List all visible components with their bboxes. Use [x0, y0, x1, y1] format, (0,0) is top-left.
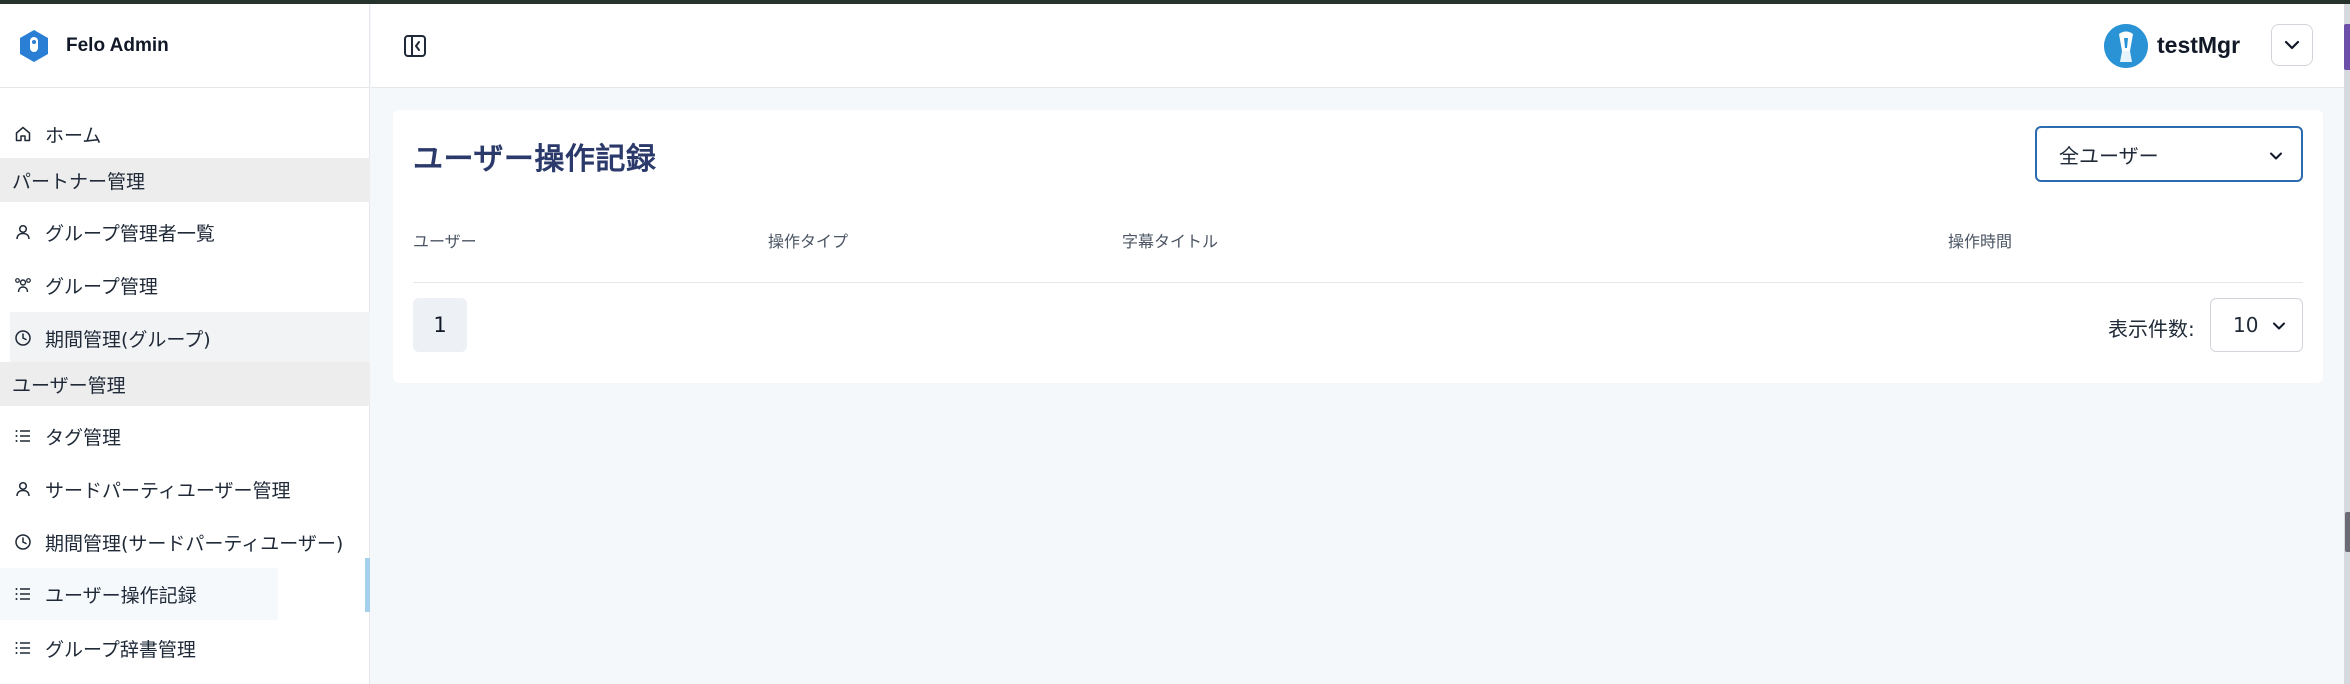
- chevron-down-icon: [2284, 40, 2300, 50]
- list-icon: [14, 585, 32, 603]
- sidebar-item-period-group[interactable]: 期間管理(グループ): [10, 312, 370, 364]
- page-title: ユーザー操作記録: [413, 142, 657, 177]
- per-page-label: 表示件数:: [2108, 317, 2195, 341]
- sidebar-collapse-icon[interactable]: [401, 32, 429, 60]
- list-icon: [14, 639, 32, 657]
- section-label: ユーザー管理: [12, 374, 126, 397]
- sidebar-item-period-third-party[interactable]: 期間管理(サードパーティユーザー): [0, 516, 343, 568]
- per-page-select[interactable]: 10: [2210, 298, 2303, 352]
- column-header-operation-time: 操作時間: [1948, 232, 2013, 251]
- sidebar-item-label: ユーザー操作記録: [45, 584, 197, 607]
- pagination-page-button[interactable]: 1: [413, 298, 467, 352]
- sidebar-item-third-party-user[interactable]: サードパーティユーザー管理: [0, 463, 290, 515]
- home-icon: [14, 125, 32, 143]
- column-header-operation-type: 操作タイプ: [768, 232, 849, 251]
- sidebar-item-group-management[interactable]: グループ管理: [0, 259, 158, 311]
- username[interactable]: testMgr: [2157, 32, 2240, 59]
- table-divider: [413, 282, 2303, 283]
- top-header: testMgr: [371, 4, 2344, 88]
- app-title: Felo Admin: [66, 34, 169, 56]
- scrollbar-thumb[interactable]: [2344, 24, 2350, 70]
- sidebar-item-user-activity-log[interactable]: ユーザー操作記録: [0, 568, 278, 620]
- sidebar-item-group-dictionary[interactable]: グループ辞書管理: [0, 622, 196, 674]
- sidebar-item-label: タグ管理: [45, 426, 122, 449]
- user-menu-button[interactable]: [2271, 24, 2313, 66]
- per-page-value: 10: [2233, 313, 2259, 337]
- user-filter-value: 全ユーザー: [2059, 143, 2159, 168]
- sidebar-item-home[interactable]: ホーム: [0, 108, 101, 160]
- sidebar-item-label: 期間管理(グループ): [45, 328, 211, 351]
- chevron-down-icon: [2270, 316, 2288, 334]
- scrollbar-thumb-secondary[interactable]: [2345, 512, 2350, 552]
- section-label: パートナー管理: [12, 170, 146, 193]
- clock-icon: [14, 329, 32, 347]
- sidebar-item-group-admin-list[interactable]: グループ管理者一覧: [0, 206, 215, 258]
- sidebar-item-label: サードパーティユーザー管理: [45, 479, 291, 502]
- avatar[interactable]: [2104, 24, 2148, 68]
- sidebar-item-label: グループ辞書管理: [45, 638, 196, 661]
- chevron-down-icon: [2267, 146, 2285, 164]
- sidebar-item-tag-management[interactable]: タグ管理: [0, 410, 121, 462]
- sidebar-item-label: 期間管理(サードパーティユーザー): [45, 532, 344, 555]
- user-icon: [14, 223, 32, 241]
- list-icon: [14, 427, 32, 445]
- sidebar-section-partner: パートナー管理: [0, 158, 370, 202]
- column-header-subtitle-title: 字幕タイトル: [1122, 232, 1219, 251]
- users-group-icon: [14, 276, 32, 294]
- activity-log-card: ユーザー操作記録 全ユーザー ユーザー 操作タイプ 字幕タイトル 操作時間 1 …: [393, 110, 2323, 383]
- felo-logo-icon: [16, 28, 52, 64]
- window-right-scrollbar[interactable]: [2344, 4, 2350, 684]
- sidebar-item-label: グループ管理者一覧: [45, 222, 215, 245]
- user-icon: [14, 480, 32, 498]
- user-filter-select[interactable]: 全ユーザー: [2035, 126, 2303, 182]
- brand: Felo Admin: [0, 4, 369, 88]
- sidebar: Felo Admin ホーム パートナー管理 グループ管理者一覧 グループ管理: [0, 4, 370, 684]
- sidebar-section-user: ユーザー管理: [0, 362, 370, 406]
- active-nav-indicator: [365, 558, 370, 612]
- sidebar-item-label: ホーム: [45, 124, 102, 147]
- clock-icon: [14, 533, 32, 551]
- sidebar-item-label: グループ管理: [45, 275, 158, 298]
- column-header-user: ユーザー: [413, 232, 477, 251]
